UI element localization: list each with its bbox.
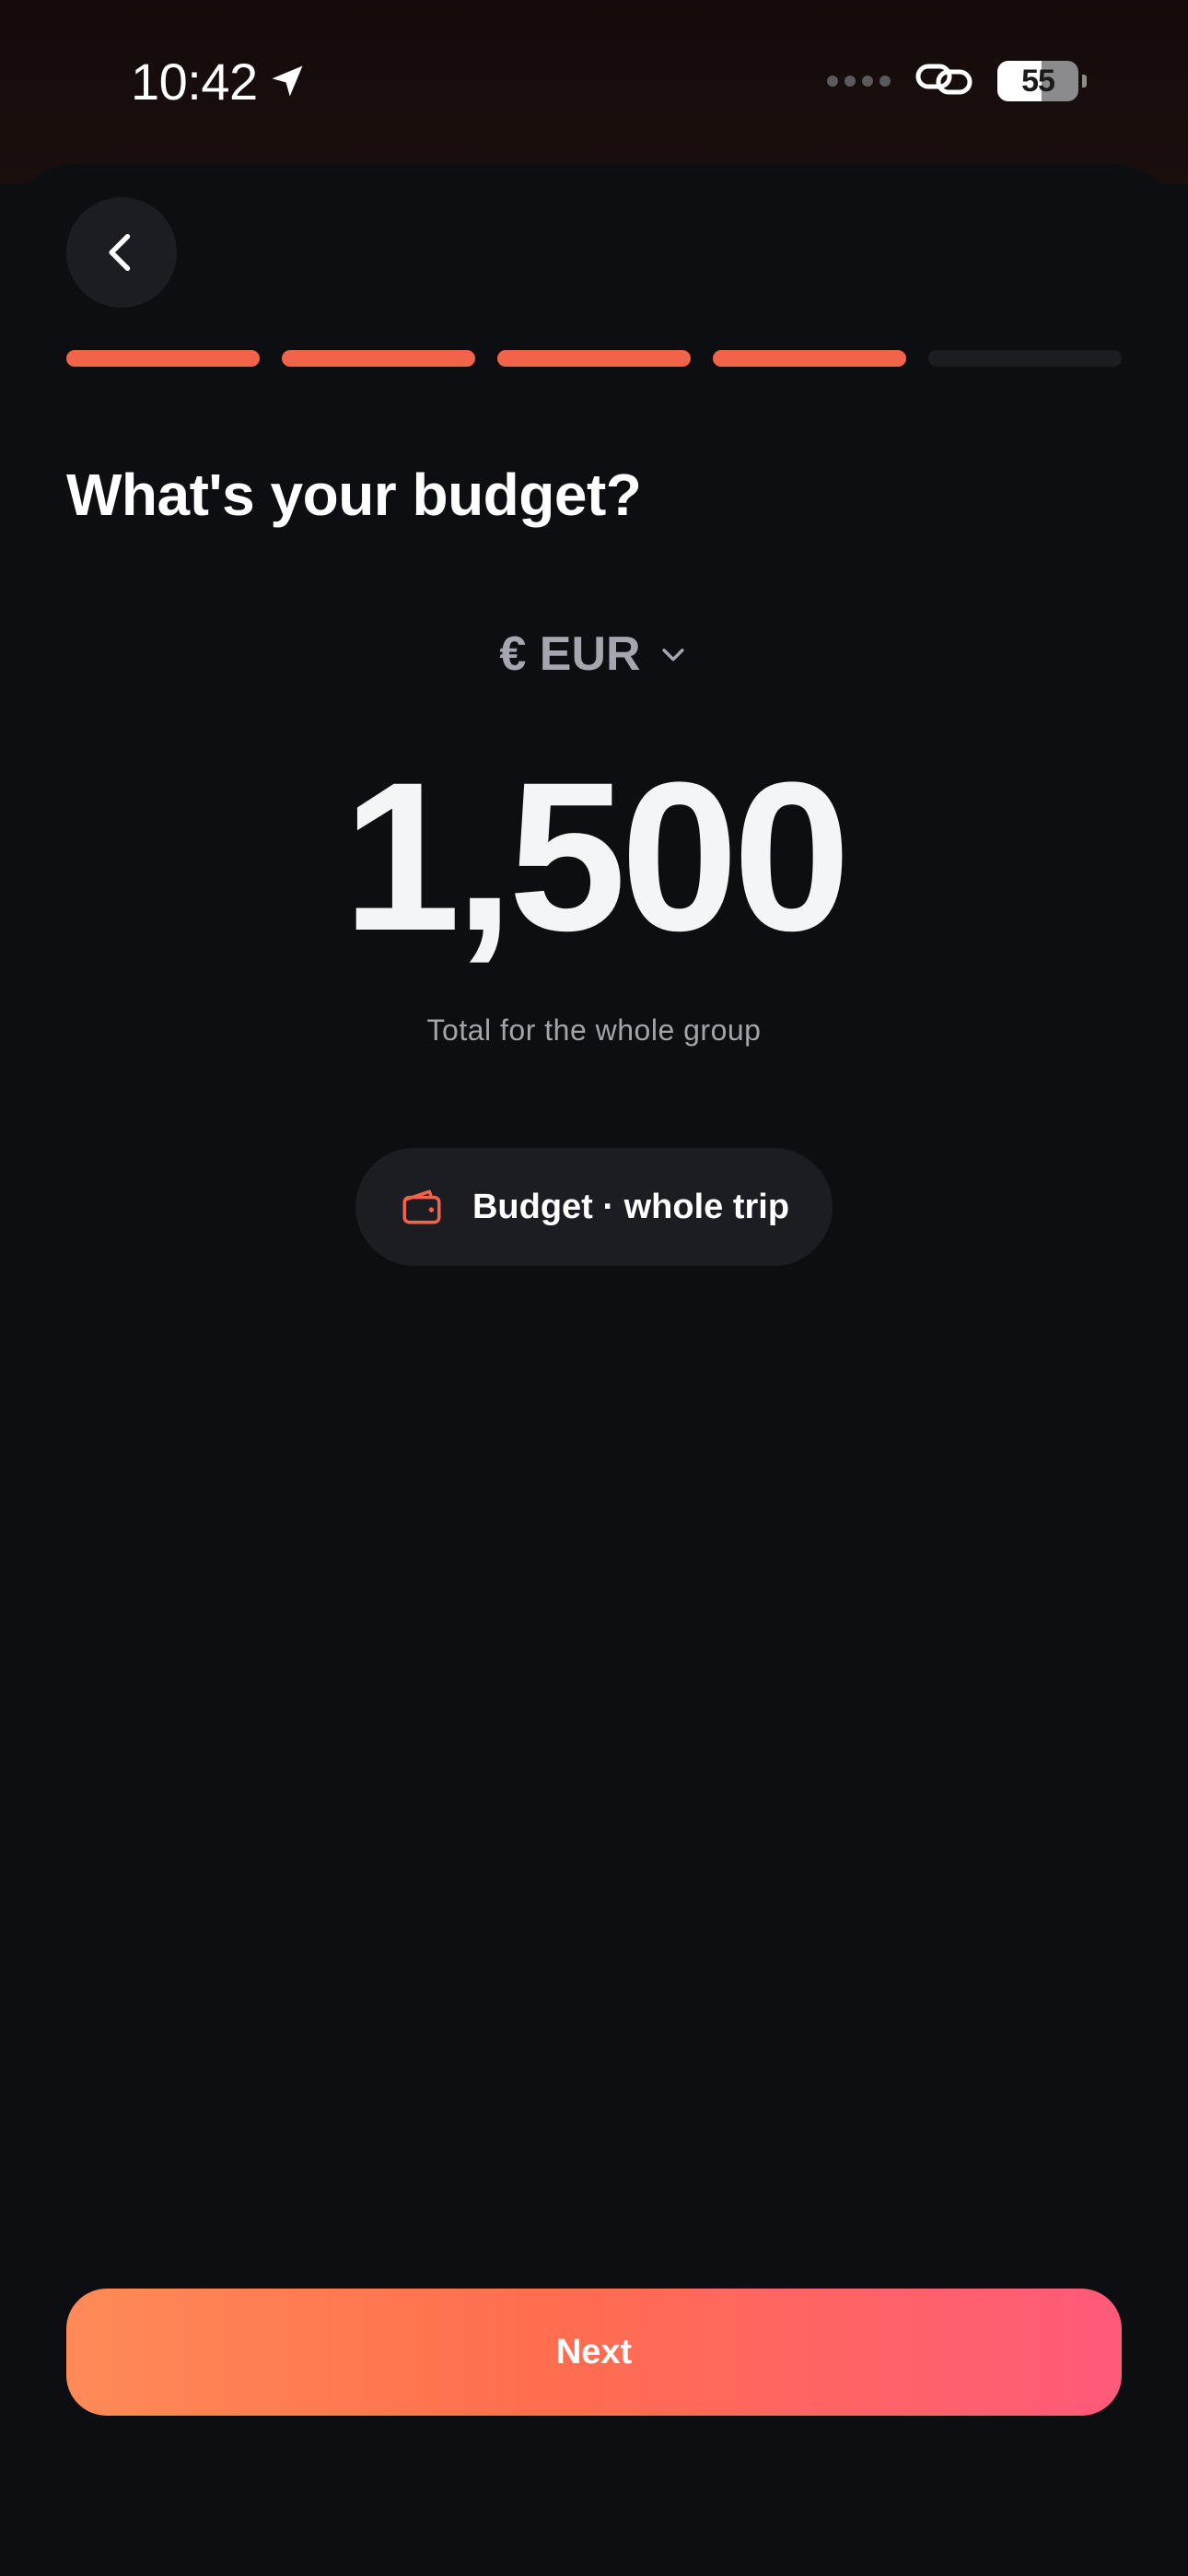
back-button[interactable] [66,197,177,308]
link-icon [914,61,973,102]
budget-scope-toggle[interactable]: Budget · whole trip [355,1148,833,1266]
progress-segment [282,350,475,367]
battery-percent: 55 [1021,63,1055,99]
battery-indicator: 55 [997,61,1087,101]
next-button[interactable]: Next [66,2289,1122,2416]
status-bar-indicators: 55 [827,53,1087,109]
status-bar-time: 10:42 [131,52,308,111]
battery-tip [1082,75,1087,88]
chevron-down-icon [658,638,689,670]
chevron-left-icon [98,228,146,276]
progress-segment [66,350,260,367]
budget-amount-input[interactable]: 1,500 [0,751,1188,963]
page-title: What's your budget? [66,462,642,528]
battery-icon: 55 [997,61,1078,101]
progress-segment [713,350,906,367]
budget-helper-text: Total for the whole group [426,1013,762,1047]
progress-segment [928,350,1122,367]
currency-selector[interactable]: € EUR [0,626,1188,682]
currency-label: € EUR [499,627,641,681]
progress-bar [66,350,1122,367]
wallet-icon [399,1184,445,1230]
budget-scope-label: Budget · whole trip [472,1187,790,1226]
progress-segment [497,350,691,367]
clock-time: 10:42 [131,52,258,111]
cellular-signal-icon [827,76,891,87]
location-arrow-icon [267,61,308,101]
